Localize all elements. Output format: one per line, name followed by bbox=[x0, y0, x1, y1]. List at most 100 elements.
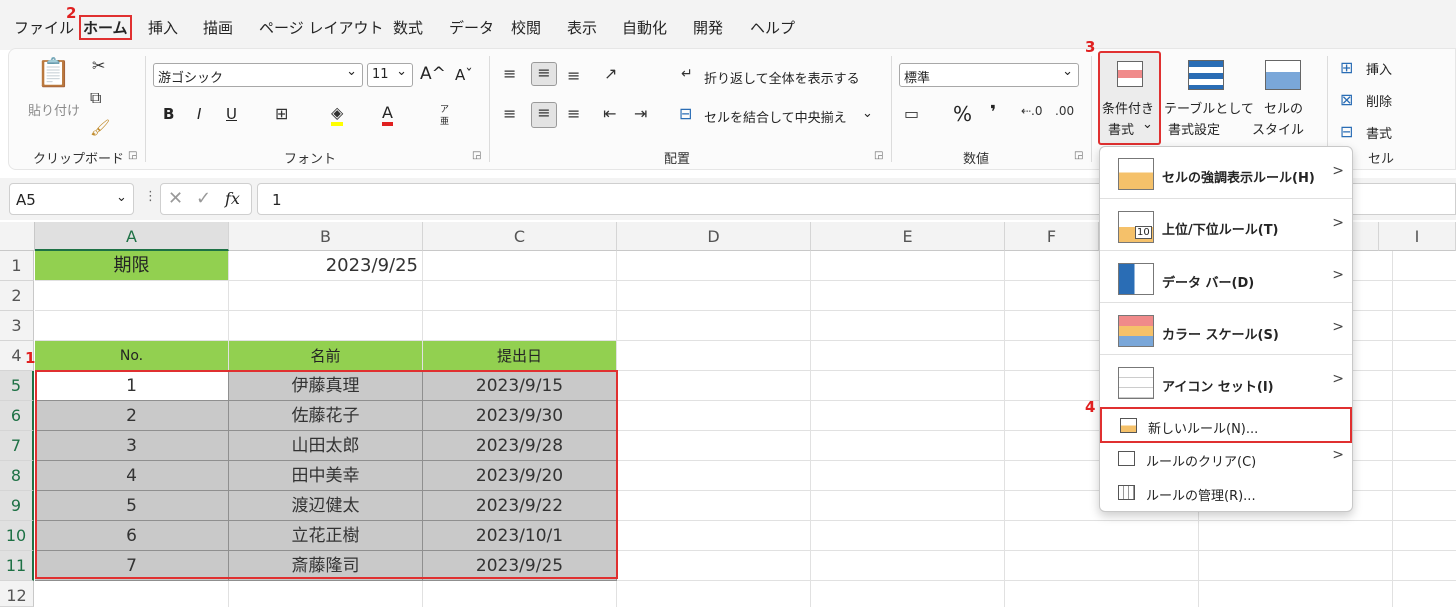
number-format-select[interactable]: 標準 bbox=[899, 63, 1079, 87]
insert-cells-icon[interactable]: ⊞ bbox=[1340, 58, 1353, 77]
number-launcher-icon[interactable]: ◲ bbox=[1074, 150, 1083, 161]
cell-b7[interactable]: 山田太郎 bbox=[229, 431, 423, 461]
cell-c8[interactable]: 2023/9/20 bbox=[423, 461, 617, 491]
menu-item-data-bars[interactable]: データ バー(D) > bbox=[1100, 251, 1352, 303]
increase-decimal-icon[interactable]: ⇠.0 bbox=[1021, 104, 1043, 118]
cell-c6[interactable]: 2023/9/30 bbox=[423, 401, 617, 431]
enter-icon[interactable]: ✓ bbox=[196, 188, 211, 209]
comma-button[interactable]: ❜ bbox=[990, 102, 996, 123]
column-header-e[interactable]: E bbox=[811, 222, 1005, 251]
format-cells-button[interactable]: 書式 bbox=[1366, 123, 1392, 142]
column-header-d[interactable]: D bbox=[617, 222, 811, 251]
cell-b1[interactable]: 2023/9/25 bbox=[229, 251, 423, 281]
align-top-icon[interactable]: ≡ bbox=[503, 64, 516, 83]
row-header-2[interactable]: 2 bbox=[0, 281, 34, 311]
grow-font-button[interactable]: A^ bbox=[420, 64, 446, 84]
column-header-h[interactable]: H bbox=[1353, 222, 1379, 251]
tab-developer[interactable]: 開発 bbox=[693, 17, 723, 38]
cell-b10[interactable]: 立花正樹 bbox=[229, 521, 423, 551]
insert-cells-button[interactable]: 挿入 bbox=[1366, 59, 1392, 78]
shrink-font-button[interactable]: Aˇ bbox=[455, 66, 473, 84]
column-header-b[interactable]: B bbox=[229, 222, 423, 251]
cancel-icon[interactable]: ✕ bbox=[168, 188, 183, 209]
align-bottom-icon[interactable]: ≡ bbox=[567, 66, 580, 85]
cell-b5[interactable]: 伊藤真理 bbox=[229, 371, 423, 401]
cell-c7[interactable]: 2023/9/28 bbox=[423, 431, 617, 461]
menu-item-manage-rules[interactable]: ルールの管理(R)... bbox=[1100, 477, 1352, 511]
row-header-12[interactable]: 12 bbox=[0, 581, 34, 607]
cell-b8[interactable]: 田中美幸 bbox=[229, 461, 423, 491]
menu-item-color-scales[interactable]: カラー スケール(S) > bbox=[1100, 303, 1352, 355]
cell-styles-icon[interactable] bbox=[1265, 60, 1301, 90]
decrease-indent-icon[interactable]: ⇤ bbox=[603, 104, 616, 123]
cell-a11[interactable]: 7 bbox=[35, 551, 229, 581]
tab-formulas[interactable]: 数式 bbox=[393, 17, 423, 38]
align-middle-icon[interactable]: ≡ bbox=[531, 62, 557, 86]
tab-home[interactable]: ホーム bbox=[79, 15, 132, 40]
phonetic-bottom[interactable]: 亜 bbox=[440, 114, 449, 127]
column-header-f[interactable]: F bbox=[1005, 222, 1099, 251]
cell-c9[interactable]: 2023/9/22 bbox=[423, 491, 617, 521]
borders-icon[interactable]: ⊞ bbox=[275, 104, 288, 123]
cell-b9[interactable]: 渡辺健太 bbox=[229, 491, 423, 521]
alignment-launcher-icon[interactable]: ◲ bbox=[874, 150, 883, 161]
insert-function-button[interactable]: fx bbox=[225, 189, 240, 208]
menu-item-new-rule[interactable]: 新しいルール(N)... bbox=[1100, 407, 1352, 443]
row-header-3[interactable]: 3 bbox=[0, 311, 34, 341]
cell-a7[interactable]: 3 bbox=[35, 431, 229, 461]
cell-c5[interactable]: 2023/9/15 bbox=[423, 371, 617, 401]
column-header-i[interactable]: I bbox=[1379, 222, 1456, 251]
align-left-icon[interactable]: ≡ bbox=[503, 104, 516, 123]
column-header-c[interactable]: C bbox=[423, 222, 617, 251]
font-launcher-icon[interactable]: ◲ bbox=[472, 150, 481, 161]
cell-a9[interactable]: 5 bbox=[35, 491, 229, 521]
underline-button[interactable]: U bbox=[226, 105, 237, 123]
tab-file[interactable]: ファイル bbox=[14, 17, 74, 38]
cell-b6[interactable]: 佐藤花子 bbox=[229, 401, 423, 431]
font-size-select[interactable]: 11 bbox=[367, 63, 413, 87]
wrap-text-button[interactable]: 折り返して全体を表示する bbox=[704, 68, 860, 87]
cell-a6[interactable]: 2 bbox=[35, 401, 229, 431]
tab-data[interactable]: データ bbox=[449, 17, 494, 38]
row-header-9[interactable]: 9 bbox=[0, 491, 34, 521]
font-name-select[interactable]: 游ゴシック bbox=[153, 63, 363, 87]
fill-color-icon[interactable]: ◈ bbox=[331, 103, 344, 126]
tab-help[interactable]: ヘルプ bbox=[750, 17, 795, 38]
cell-b4[interactable]: 名前 bbox=[229, 341, 423, 371]
row-header-8[interactable]: 8 bbox=[0, 461, 34, 491]
chevron-down-icon[interactable]: ⌄ bbox=[116, 190, 127, 205]
format-as-table-icon[interactable] bbox=[1188, 60, 1224, 90]
clipboard-launcher-icon[interactable]: ◲ bbox=[128, 150, 137, 161]
wrap-text-icon[interactable]: ↵ bbox=[681, 66, 693, 82]
row-header-10[interactable]: 10 bbox=[0, 521, 34, 551]
copy-icon[interactable]: ⧉ bbox=[90, 88, 101, 108]
cut-icon[interactable]: ✂ bbox=[92, 56, 105, 75]
cell-a8[interactable]: 4 bbox=[35, 461, 229, 491]
column-header-a[interactable]: A bbox=[35, 222, 229, 251]
align-center-icon[interactable]: ≡ bbox=[531, 102, 557, 128]
align-right-icon[interactable]: ≡ bbox=[567, 104, 580, 123]
italic-button[interactable]: I bbox=[197, 105, 201, 123]
delete-cells-icon[interactable]: ⊠ bbox=[1340, 90, 1353, 109]
cell-a4[interactable]: No. bbox=[35, 341, 229, 371]
paste-button[interactable]: 貼り付け bbox=[28, 100, 80, 119]
select-all-corner[interactable] bbox=[0, 222, 35, 251]
format-as-table-line1[interactable]: テーブルとして bbox=[1164, 98, 1254, 117]
menu-item-highlight-cells-rules[interactable]: セルの強調表示ルール(H) > bbox=[1100, 147, 1352, 199]
tab-insert[interactable]: 挿入 bbox=[148, 17, 178, 38]
merge-dropdown-icon[interactable]: ⌄ bbox=[862, 106, 873, 121]
cell-c10[interactable]: 2023/10/1 bbox=[423, 521, 617, 551]
cell-c11[interactable]: 2023/9/25 bbox=[423, 551, 617, 581]
tab-draw[interactable]: 描画 bbox=[203, 17, 233, 38]
cell-styles-line1[interactable]: セルの bbox=[1264, 98, 1303, 117]
name-box[interactable]: A5 ⌄ bbox=[9, 183, 134, 215]
cell-a5[interactable]: 1 bbox=[35, 371, 229, 401]
increase-indent-icon[interactable]: ⇥ bbox=[634, 104, 647, 123]
cell-b11[interactable]: 斎藤隆司 bbox=[229, 551, 423, 581]
tab-page-layout[interactable]: ページ レイアウト bbox=[259, 17, 383, 38]
row-header-11[interactable]: 11 bbox=[0, 551, 34, 581]
decrease-decimal-icon[interactable]: .00 bbox=[1055, 104, 1074, 118]
tab-view[interactable]: 表示 bbox=[567, 17, 597, 38]
tab-automate[interactable]: 自動化 bbox=[622, 17, 667, 38]
cell-a1[interactable]: 期限 bbox=[35, 251, 229, 281]
